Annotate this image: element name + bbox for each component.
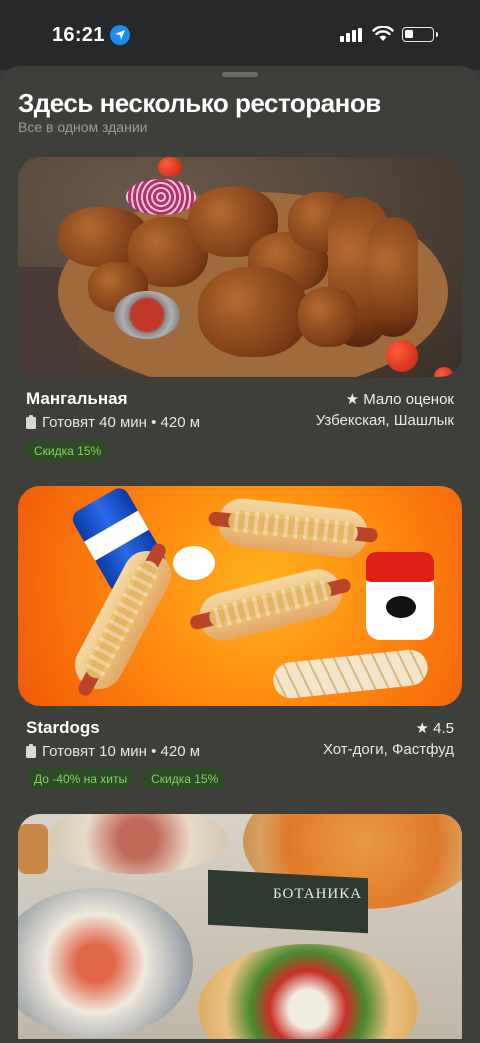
- cellular-signal-icon: [340, 28, 362, 47]
- restaurant-badges: До -40% на хиты Скидка 15%: [26, 768, 227, 790]
- restaurant-name: Stardogs: [26, 718, 100, 737]
- restaurant-card-botanika[interactable]: БОТАНИКА: [18, 814, 462, 1043]
- sheet-subtitle: Все в одном здании: [18, 119, 148, 135]
- delivery-time-icon: [26, 743, 36, 758]
- wifi-icon: [372, 25, 394, 47]
- restaurant-delivery-info: Готовят 40 мин • 420 м: [42, 414, 201, 431]
- restaurant-badges: Скидка 15%: [26, 440, 110, 462]
- sheet-grabber[interactable]: [222, 72, 258, 77]
- restaurant-photo: [18, 486, 462, 706]
- restaurant-photo: БОТАНИКА: [18, 814, 462, 1039]
- restaurant-photo: [18, 157, 462, 377]
- restaurant-card-stardogs[interactable]: Stardogs ★ 4.5 Готовят 10 мин • 420 м Хо…: [18, 486, 462, 796]
- restaurant-rating: ★ Мало оценок: [345, 391, 454, 408]
- restaurant-cuisine: Хот-доги, Фастфуд: [322, 741, 454, 758]
- delivery-time-icon: [26, 414, 36, 429]
- restaurant-name: Мангальная: [26, 389, 128, 408]
- restaurant-card-mangalnaya[interactable]: Мангальная ★ Мало оценок Готовят 40 мин …: [18, 157, 462, 467]
- restaurant-cuisine: Узбекская, Шашлык: [315, 412, 454, 429]
- restaurant-delivery-info: Готовят 10 мин • 420 м: [42, 743, 201, 760]
- sheet-title: Здесь несколько ресторанов: [18, 88, 381, 118]
- photo-sign-text: БОТАНИКА: [273, 886, 363, 902]
- restaurants-sheet: Здесь несколько ресторанов Все в одном з…: [0, 66, 480, 1043]
- discount-badge: Скидка 15%: [26, 440, 110, 462]
- restaurant-rating: ★ 4.5: [415, 720, 454, 737]
- discount-badge: Скидка 15%: [143, 768, 227, 790]
- status-time: 16:21: [52, 24, 105, 46]
- restaurant-meta: Готовят 40 мин • 420 м: [26, 414, 200, 431]
- restaurant-meta: Готовят 10 мин • 420 м: [26, 743, 200, 760]
- status-bar: 16:21: [0, 0, 480, 70]
- promo-badge: До -40% на хиты: [26, 768, 136, 790]
- battery-icon: [402, 27, 438, 42]
- location-arrow-icon: [110, 25, 130, 45]
